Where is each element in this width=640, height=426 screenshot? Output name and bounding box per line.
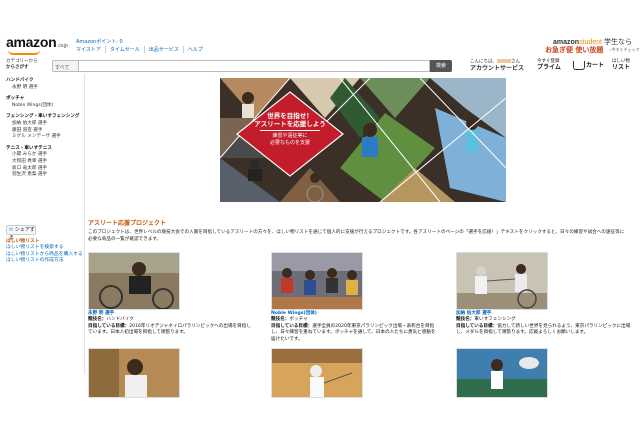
logo-domain: .co.jp: [57, 43, 68, 49]
search-button[interactable]: 検索: [430, 60, 452, 72]
banner-headline-1: 世界を目指せ！: [267, 112, 313, 120]
project-description: このプロジェクトは、世界レベルの競技大会での入賞を目指しているアスリートの方々を…: [88, 230, 625, 242]
sidebar-category-handbike[interactable]: ハンドバイク: [6, 78, 84, 85]
wishlist-box: ほしい物リスト ほしい物リストを検索する ほしい物リストから商品を購入する ほし…: [6, 239, 88, 265]
student-sub-link[interactable]: ›今すぐチェック: [610, 47, 640, 53]
event-label: 競技名：: [88, 317, 107, 323]
logo-text: amazon: [6, 34, 57, 50]
banner-rule: [260, 130, 320, 131]
athlete-photo-mendoza[interactable]: [271, 348, 363, 398]
athlete-caption-kano: 加納 佑大郎 選手 競技名：車いすフェンシング 目指している目標：協力して新しい…: [456, 311, 632, 337]
cart-icon: [573, 61, 585, 70]
event-label: 競技名：: [271, 317, 290, 323]
amazon-logo[interactable]: amazon.co.jp: [6, 34, 68, 50]
athlete-photo-fujita-image: [89, 349, 179, 397]
goal-label: 目指している目標：: [456, 323, 498, 329]
top-links: マイストア タイムセール 出品サービス ヘルプ: [76, 46, 207, 53]
goal-label: 目指している目標：: [88, 323, 130, 329]
athlete-photo-kano-image: [457, 253, 547, 309]
share-icon: ✉: [9, 227, 14, 233]
toplink-sell[interactable]: 出品サービス: [143, 46, 183, 53]
event-value: ハンドバイク: [106, 317, 134, 323]
header: amazon.co.jp Amazonポイント: 0 マイストア タイムセール …: [0, 0, 640, 74]
sidebar-item-mendoza[interactable]: ミゲル メンデーザ 選手: [6, 134, 84, 141]
sidebar-category-fencing[interactable]: フェンシング・車いすフェンシング: [6, 114, 84, 121]
sidebar-item-kano[interactable]: 加納 佑大郎 選手: [6, 121, 84, 128]
student-tagline[interactable]: お急ぎ便 使い放題: [545, 45, 603, 55]
toplink-mystore[interactable]: マイストア: [76, 46, 105, 53]
cart-button[interactable]: カート: [573, 60, 604, 70]
sidebar-item-owada[interactable]: 大和田 秀幸 選手: [6, 159, 84, 166]
logo-smile-icon: [8, 50, 40, 55]
event-value: 車いすフェンシング: [474, 317, 516, 323]
athlete-photo-nagano[interactable]: [88, 252, 180, 310]
athlete-photo-mendoza-image: [272, 349, 362, 397]
toplink-help[interactable]: ヘルプ: [182, 46, 207, 53]
athlete-photo-koseki[interactable]: [456, 348, 548, 398]
wishlist-line2: リスト: [612, 64, 631, 71]
prime-line2: プライム: [537, 64, 561, 71]
toplink-timesale[interactable]: タイムセール: [104, 46, 144, 53]
banner-headline: 世界を目指せ！ アスリートを応援しよう 練習や遠征等に 必要なものを支援: [237, 112, 343, 146]
search-row: カテゴリーから からさがす すべて 検索 こんにちは、 さん アカウントサービス 今す…: [0, 58, 640, 74]
search-input[interactable]: [78, 60, 430, 72]
student-label: 学生なら: [603, 39, 632, 46]
athlete-photo-noble-wings-image: [272, 253, 362, 309]
athlete-photo-noble-wings[interactable]: [271, 252, 363, 310]
athlete-photo-kano[interactable]: [456, 252, 548, 310]
share-button[interactable]: ✉ シェアする: [6, 225, 36, 241]
event-label: 競技名：: [456, 317, 475, 323]
sidebar-item-noble-wings[interactable]: Noble Wings(団体): [6, 103, 84, 110]
shop-by-line2: からさがす: [6, 65, 29, 70]
wishlist-menu[interactable]: ほしい物 リスト: [612, 59, 630, 72]
athlete-photo-nagano-image: [89, 253, 179, 309]
sidebar-divider: [84, 74, 85, 374]
sidebar-category-boccia[interactable]: ボッチャ: [6, 96, 84, 103]
athlete-caption-noble-wings: Noble Wings(団体) 競技名：ボッチャ 目指している目標：選手全員の2…: [271, 311, 436, 343]
points-link[interactable]: Amazonポイント: 0: [76, 38, 123, 45]
project-title: アスリート応援プロジェクト: [88, 220, 167, 227]
banner-sub-2: 必要なものを支援: [269, 139, 310, 146]
athlete-photo-fujita[interactable]: [88, 348, 180, 398]
athlete-photo-koseki-image: [457, 349, 547, 397]
wishlist-link-howto[interactable]: ほしい物リストの作成方法: [6, 258, 88, 264]
account-name-redacted: [497, 59, 511, 63]
goal-label: 目指している目標：: [271, 323, 313, 329]
sidebar-item-koseki[interactable]: 小関 みらか 選手: [6, 152, 84, 159]
sidebar: ハンドバイク 永野 明 選手 ボッチャ Noble Wings(団体) フェンシ…: [6, 78, 84, 179]
sidebar-item-nagano[interactable]: 永野 明 選手: [6, 85, 84, 92]
account-services: アカウントサービス: [470, 64, 525, 72]
athlete-caption-nagano: 永野 明 選手 競技名：ハンドバイク 目指している目標：2016年リオデジャネイ…: [88, 311, 253, 337]
banner-headline-2: アスリートを応援しよう: [254, 120, 326, 128]
event-value: ボッチャ: [289, 317, 308, 323]
account-menu[interactable]: こんにちは、 さん アカウントサービス: [470, 59, 524, 73]
amazon-athlete-page: amazon.co.jp Amazonポイント: 0 マイストア タイムセール …: [0, 0, 640, 426]
prime-menu[interactable]: 今すぐ登録 プライム: [537, 59, 561, 72]
hero-banner[interactable]: 世界を目指せ！ アスリートを応援しよう 練習や遠征等に 必要なものを支援: [220, 78, 506, 202]
cart-label: カート: [586, 62, 605, 69]
sidebar-item-hanyuzawa[interactable]: 羽生沢 恵梨 選手: [6, 172, 84, 179]
shop-by-category[interactable]: カテゴリーから からさがす: [6, 59, 38, 71]
search-category-select[interactable]: すべて: [52, 60, 78, 72]
